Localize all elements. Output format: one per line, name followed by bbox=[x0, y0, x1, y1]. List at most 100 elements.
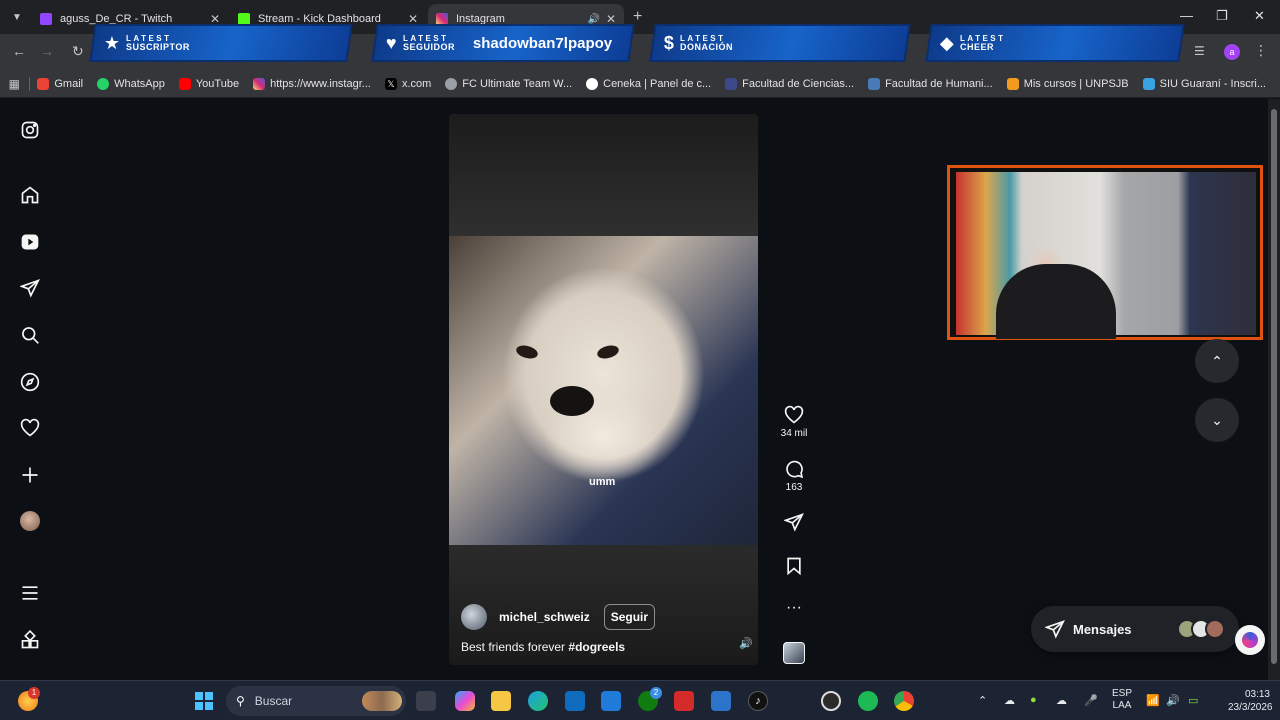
next-reel-button[interactable]: ⌄ bbox=[1195, 398, 1239, 442]
reading-list-icon[interactable]: ☰ bbox=[1194, 44, 1205, 58]
bookmark-gmail[interactable]: Gmail bbox=[37, 77, 83, 90]
notepad-app-icon[interactable] bbox=[601, 691, 621, 711]
home-icon[interactable] bbox=[20, 185, 40, 205]
bookmark-mis-cursos[interactable]: Mis cursos | UNPSJB bbox=[1006, 77, 1129, 90]
speaker-icon[interactable]: 🔊 bbox=[587, 14, 599, 25]
microphone-icon[interactable]: 🎤 bbox=[1084, 694, 1098, 707]
wifi-icon[interactable]: 📶 bbox=[1146, 694, 1160, 707]
bookmark-siu-guarani[interactable]: SIU Guaraní - Inscri... bbox=[1142, 77, 1266, 90]
scrollbar-thumb[interactable] bbox=[1271, 109, 1277, 664]
app-tray-icon[interactable]: ● bbox=[1030, 694, 1037, 706]
bookmark-icon bbox=[787, 557, 801, 576]
reel-video-frame[interactable]: umm bbox=[449, 236, 758, 545]
bookmark-facultad-ciencias[interactable]: Facultad de Ciencias... bbox=[725, 77, 855, 90]
instagram-logo-icon[interactable] bbox=[20, 120, 40, 140]
xbox-badge: 2 bbox=[650, 687, 662, 699]
spotify-icon[interactable] bbox=[858, 691, 878, 711]
streamer-figure bbox=[996, 264, 1116, 339]
chrome-icon[interactable] bbox=[894, 691, 914, 711]
notifications-heart-icon[interactable] bbox=[20, 418, 40, 438]
microsoft-store-icon[interactable] bbox=[565, 691, 585, 711]
star-icon: ★ bbox=[104, 32, 121, 53]
bookmark-label: Ceneka | Panel de c... bbox=[603, 77, 712, 90]
send-message-icon[interactable] bbox=[20, 278, 40, 298]
more-menu-icon[interactable] bbox=[20, 583, 40, 603]
bookmark-fc-ultimate-team[interactable]: FC Ultimate Team W... bbox=[445, 77, 572, 90]
wps-office-icon[interactable] bbox=[674, 691, 694, 711]
profile-avatar[interactable] bbox=[20, 511, 40, 531]
minimize-icon[interactable]: — bbox=[1180, 8, 1193, 23]
save-button[interactable] bbox=[780, 556, 808, 576]
bookmark-label: WhatsApp bbox=[114, 77, 165, 90]
cloud-sync-icon[interactable]: ☁ bbox=[1056, 694, 1067, 707]
apps-grid-icon[interactable]: ▦ bbox=[0, 77, 29, 91]
tray-chevron-up-icon[interactable]: ⌃ bbox=[978, 694, 987, 707]
bookmark-label: YouTube bbox=[195, 77, 240, 90]
bookmark-ceneka[interactable]: Ceneka | Panel de c... bbox=[586, 77, 712, 90]
bookmark-label: Facultad de Ciencias... bbox=[742, 77, 855, 90]
comment-button[interactable]: 163 bbox=[780, 459, 808, 493]
heart-icon bbox=[784, 405, 804, 424]
forward-arrow-icon[interactable]: → bbox=[40, 43, 54, 59]
outlook-icon[interactable] bbox=[711, 691, 731, 711]
share-button[interactable] bbox=[780, 512, 808, 532]
also-from-meta-icon[interactable] bbox=[20, 630, 40, 650]
bookmark-instagram[interactable]: https://www.instagr... bbox=[253, 77, 371, 90]
author-avatar[interactable] bbox=[461, 604, 487, 630]
chevron-down-icon: ⌄ bbox=[1211, 411, 1223, 428]
comment-bubble-icon bbox=[786, 460, 804, 479]
meta-ai-button[interactable] bbox=[1235, 625, 1265, 655]
battery-icon[interactable]: ▭ bbox=[1188, 694, 1198, 707]
create-plus-icon[interactable] bbox=[20, 465, 40, 485]
previous-reel-button[interactable]: ⌃ bbox=[1195, 339, 1239, 383]
windows-start-icon[interactable] bbox=[194, 691, 214, 711]
restore-icon[interactable]: ❐ bbox=[1216, 8, 1228, 24]
meta-ai-icon bbox=[1242, 632, 1258, 648]
bookmark-label: x.com bbox=[401, 77, 432, 90]
x-logo-icon: 𝕏 bbox=[384, 77, 397, 90]
onedrive-icon[interactable]: ☁ bbox=[1004, 694, 1015, 707]
obs-studio-icon[interactable] bbox=[821, 691, 841, 711]
bookmark-label: Mis cursos | UNPSJB bbox=[1023, 77, 1129, 90]
tiktok-icon[interactable]: ♪ bbox=[748, 691, 768, 711]
input-language[interactable]: ESP LAA bbox=[1112, 688, 1132, 712]
volume-icon[interactable]: 🔊 bbox=[739, 637, 753, 650]
explore-compass-icon[interactable] bbox=[20, 372, 40, 392]
bookmark-youtube[interactable]: YouTube bbox=[178, 77, 240, 90]
more-options-icon[interactable]: ··· bbox=[780, 598, 808, 618]
back-arrow-icon[interactable]: ← bbox=[12, 43, 26, 59]
whatsapp-icon bbox=[97, 77, 110, 90]
volume-icon[interactable]: 🔊 bbox=[1166, 694, 1180, 707]
search-icon[interactable] bbox=[20, 325, 40, 345]
ceneka-icon bbox=[586, 77, 599, 90]
bookmark-label: Facultad de Humani... bbox=[885, 77, 993, 90]
follow-button[interactable]: Seguir bbox=[603, 604, 656, 630]
reels-icon[interactable] bbox=[20, 232, 40, 252]
profile-avatar[interactable]: a bbox=[1224, 44, 1240, 60]
messages-button[interactable]: Mensajes bbox=[1031, 606, 1239, 652]
latest-donation-bar: $ LATEST DONACIÓN bbox=[649, 24, 911, 62]
author-username[interactable]: michel_schweiz bbox=[499, 610, 590, 624]
like-button[interactable]: 34 mil bbox=[780, 405, 808, 439]
page-scrollbar[interactable] bbox=[1268, 99, 1280, 680]
edge-icon[interactable] bbox=[528, 691, 548, 711]
kebab-menu-icon[interactable]: ⋮ bbox=[1254, 42, 1268, 59]
bookmark-whatsapp[interactable]: WhatsApp bbox=[97, 77, 165, 90]
reel-player[interactable]: umm michel_schweiz Seguir Best friends f… bbox=[449, 114, 758, 665]
file-explorer-icon[interactable] bbox=[491, 691, 511, 711]
search-highlight-image bbox=[362, 691, 402, 711]
tab-search-chevron-icon[interactable]: ▼ bbox=[8, 8, 26, 26]
caption-hashtag[interactable]: #dogreels bbox=[568, 640, 625, 654]
close-window-icon[interactable]: ✕ bbox=[1254, 8, 1265, 24]
system-clock[interactable]: 03:13 23/3/2026 bbox=[1228, 688, 1273, 714]
audio-thumbnail[interactable] bbox=[783, 642, 805, 664]
task-view-icon[interactable] bbox=[416, 691, 436, 711]
bookmarks-divider bbox=[28, 76, 30, 91]
taskbar-search-input[interactable]: ⚲ Buscar bbox=[226, 686, 406, 716]
bookmark-x[interactable]: 𝕏x.com bbox=[384, 77, 432, 90]
copilot-icon[interactable] bbox=[455, 691, 475, 711]
clock-time: 03:13 bbox=[1244, 689, 1270, 700]
bookmark-facultad-humanidades[interactable]: Facultad de Humani... bbox=[868, 77, 993, 90]
globe-icon bbox=[445, 77, 458, 90]
reload-icon[interactable]: ↻ bbox=[72, 43, 84, 60]
